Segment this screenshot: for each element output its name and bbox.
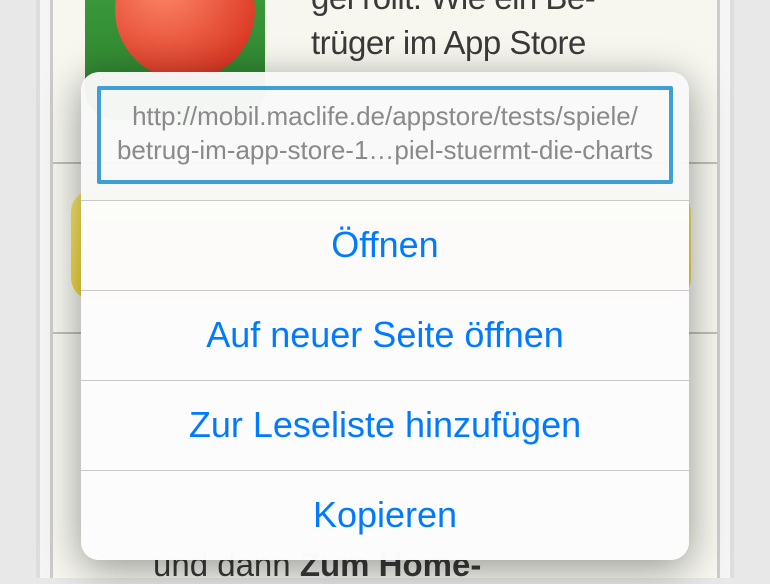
url-display: http://mobil.maclife.de/appstore/tests/s… xyxy=(97,86,673,184)
phone-screen: gel rollt. Wie ein Be-trüger im App Stor… xyxy=(50,0,720,578)
url-line-2: betrug-im-app-store-1…piel-stuermt-die-c… xyxy=(109,134,661,168)
page-background: gel rollt. Wie ein Be-trüger im App Stor… xyxy=(53,0,717,578)
copy-button[interactable]: Kopieren xyxy=(81,470,689,560)
open-in-new-page-button[interactable]: Auf neuer Seite öffnen xyxy=(81,290,689,380)
link-action-sheet: http://mobil.maclife.de/appstore/tests/s… xyxy=(81,72,689,560)
add-to-reading-list-button[interactable]: Zur Leseliste hinzufügen xyxy=(81,380,689,470)
sheet-header: http://mobil.maclife.de/appstore/tests/s… xyxy=(81,72,689,200)
url-line-1: http://mobil.maclife.de/appstore/tests/s… xyxy=(109,100,661,134)
article-text: gel rollt. Wie ein Be-trüger im App Stor… xyxy=(311,0,707,65)
open-button[interactable]: Öffnen xyxy=(81,200,689,290)
outer-frame: gel rollt. Wie ein Be-trüger im App Stor… xyxy=(36,0,734,578)
